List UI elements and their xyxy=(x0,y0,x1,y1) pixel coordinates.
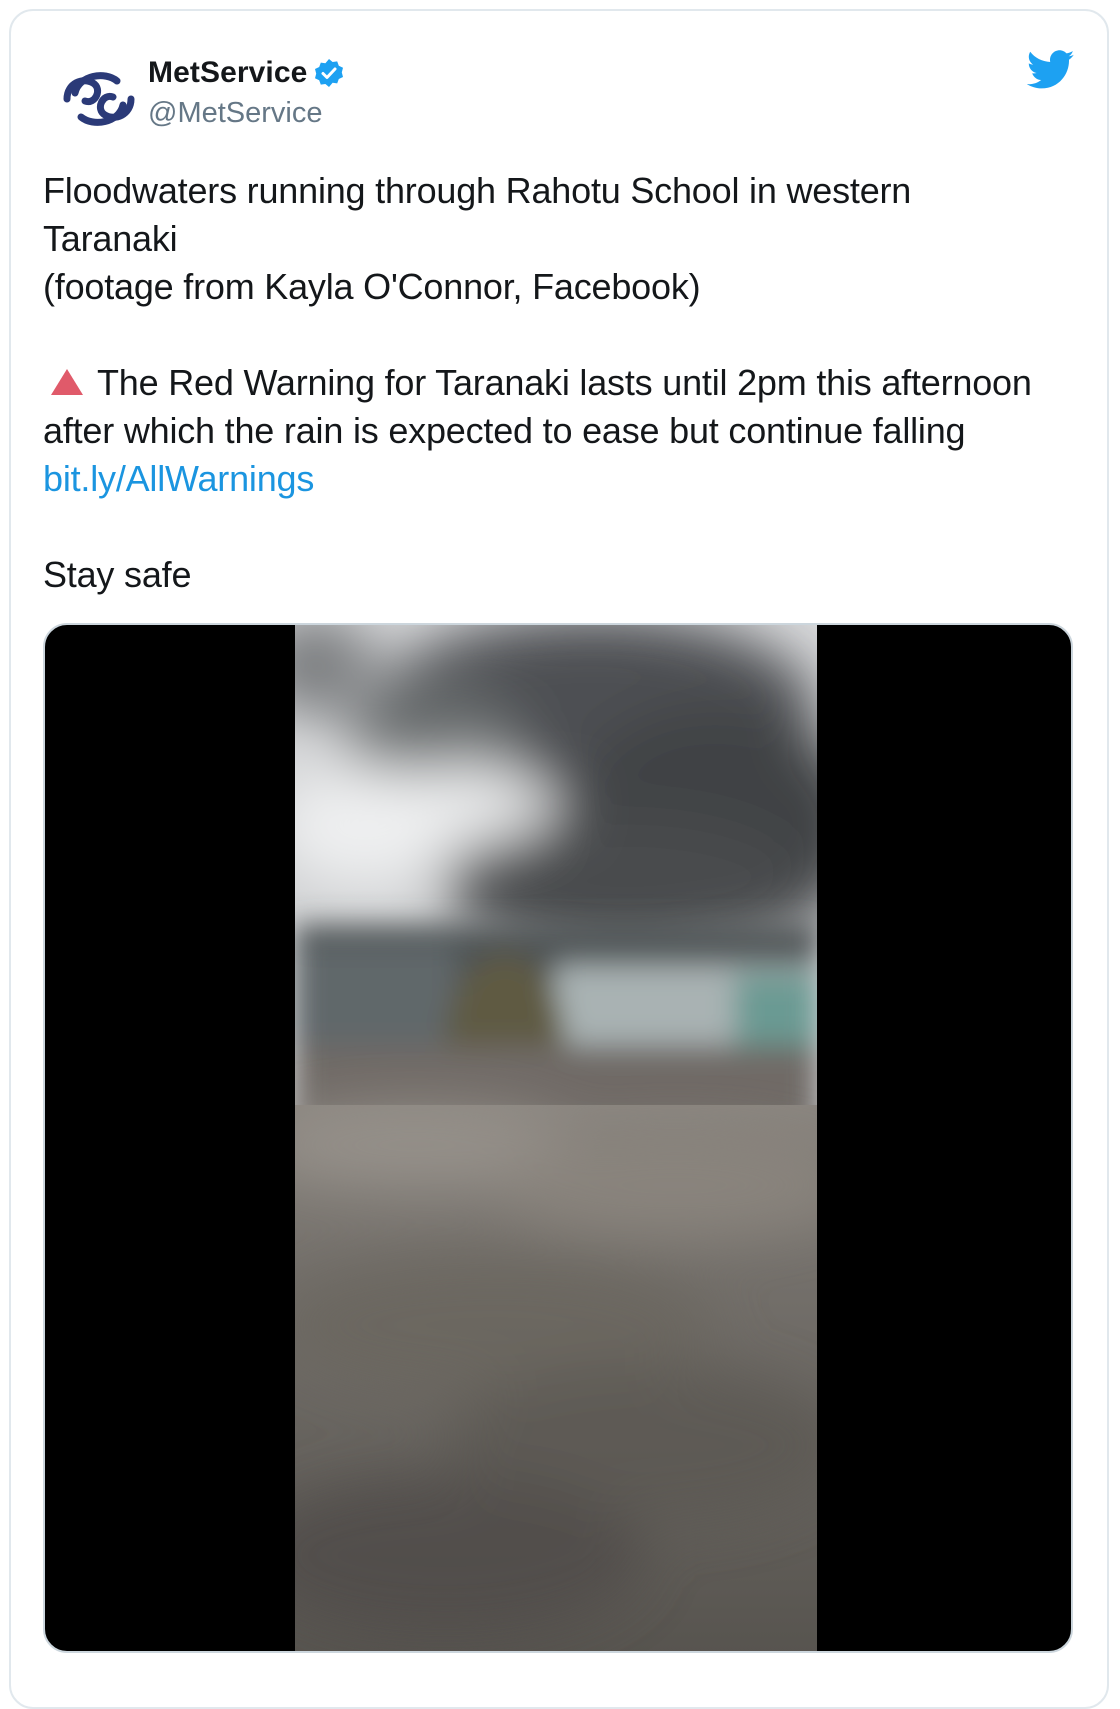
tweet-text: Floodwaters running through Rahotu Schoo… xyxy=(43,167,1043,599)
video-frame[interactable] xyxy=(295,625,817,1651)
video-player[interactable] xyxy=(43,623,1073,1653)
verified-badge-icon xyxy=(315,59,344,87)
author-handle[interactable]: @MetService xyxy=(148,97,322,130)
video-thumbnail xyxy=(295,625,817,1651)
warnings-link[interactable]: bit.ly/AllWarnings xyxy=(43,458,314,499)
avatar[interactable] xyxy=(53,53,145,145)
closing-text: Stay safe xyxy=(43,554,192,595)
author-name-row[interactable]: MetService xyxy=(148,53,345,93)
metservice-logo-icon xyxy=(63,72,135,126)
tweet-line-1: Floodwaters running through Rahotu Schoo… xyxy=(43,170,912,259)
red-warning-triangle-icon xyxy=(51,369,83,395)
tweet-line-2: (footage from Kayla O'Connor, Facebook) xyxy=(43,266,701,307)
tweet-card[interactable]: MetService @MetService Floodwaters runni… xyxy=(9,9,1109,1709)
warning-text: The Red Warning for Taranaki lasts until… xyxy=(43,362,1032,451)
twitter-bird-icon[interactable] xyxy=(1027,49,1075,91)
warning-paragraph: The Red Warning for Taranaki lasts until… xyxy=(43,359,1043,503)
author-name[interactable]: MetService xyxy=(148,56,307,90)
